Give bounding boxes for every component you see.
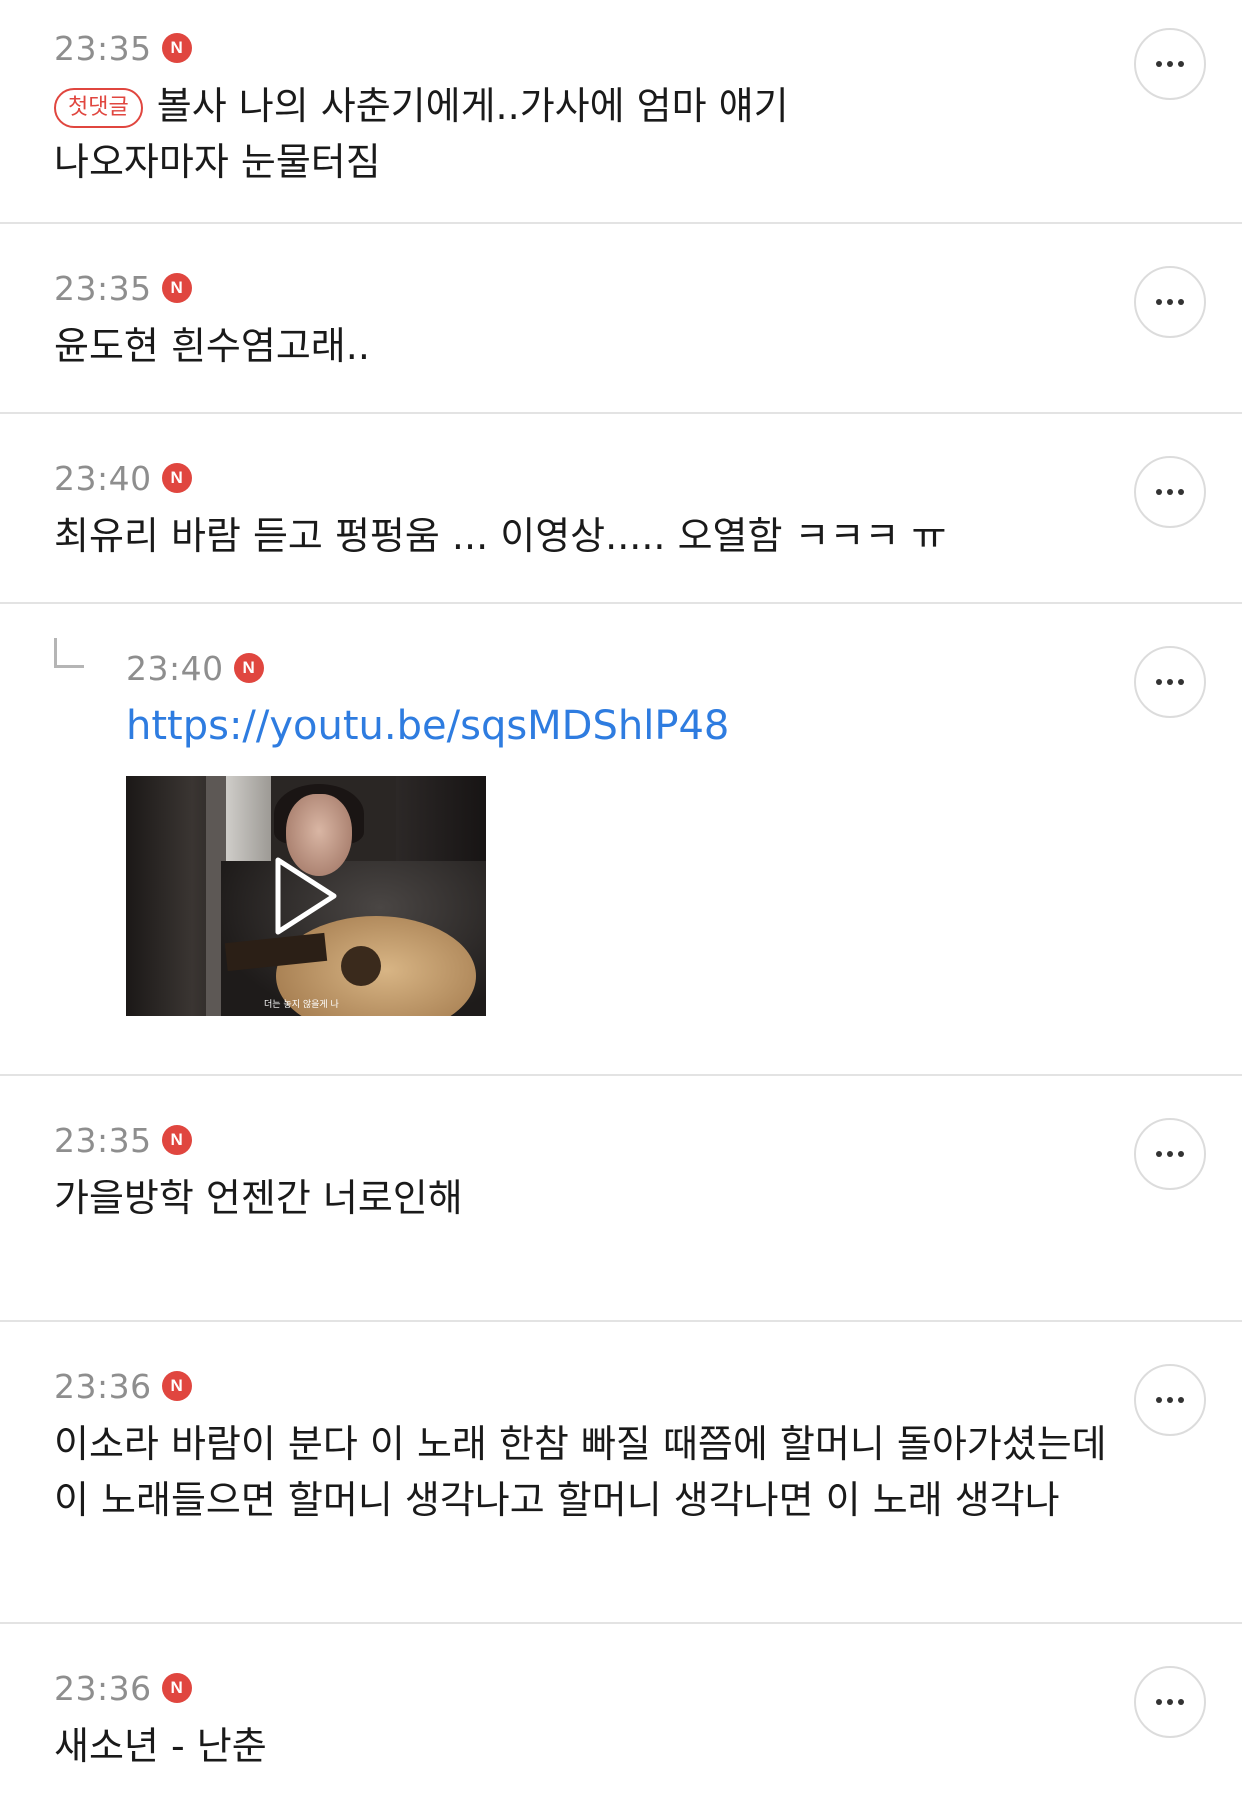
comment-text: 볼사 나의 사춘기에게..가사에 엄마 얘기 나오자마자 눈물터짐 [54,84,789,184]
video-thumbnail[interactable]: 더는 놓지 않을게 나 [126,776,486,1016]
comment-time: 23:35 [54,1120,152,1160]
more-options-button[interactable] [1134,646,1206,718]
comment-meta: 23:40 N [54,458,192,498]
more-dots-icon [1156,1151,1162,1157]
more-options-button[interactable] [1134,456,1206,528]
comment-meta: 23:35 N [54,28,192,68]
comment-meta: 23:35 N [54,268,192,308]
more-dots-icon [1156,489,1162,495]
comment-time: 23:40 [54,458,152,498]
new-badge: N [233,653,264,683]
more-options-button[interactable] [1134,266,1206,338]
comment-time: 23:35 [54,268,152,308]
comment-text: 최유리 바람 듣고 펑펑움 ... 이영상..... 오열함 ㅋㅋㅋ ㅠ [54,514,947,558]
more-dots-icon [1156,1699,1162,1705]
more-dots-icon [1178,679,1184,685]
more-dots-icon [1167,299,1173,305]
comment-item: 23:40 N 최유리 바람 듣고 펑펑움 ... 이영상..... 오열함 ㅋ… [0,414,1242,604]
comment-meta: 23:40 N [126,648,264,688]
new-badge: N [161,273,192,303]
comment-text: 새소년 - 난춘 [54,1724,267,1768]
more-dots-icon [1156,61,1162,67]
new-badge: N [161,33,192,63]
more-options-button[interactable] [1134,1118,1206,1190]
more-dots-icon [1178,489,1184,495]
comment-item: 23:36 N 이소라 바람이 분다 이 노래 한참 빠질 때쯤에 할머니 돌아… [0,1322,1242,1624]
new-badge: N [161,1125,192,1155]
reply-comment-item: 23:40 N https://youtu.be/sqsMDShlP48 더는 … [0,604,1242,1076]
more-dots-icon [1156,679,1162,685]
comment-text: 이소라 바람이 분다 이 노래 한참 빠질 때쯤에 할머니 돌아가셨는데 이 노… [54,1422,1107,1522]
reply-arrow-icon [54,638,84,668]
comment-time: 23:35 [54,28,152,68]
more-dots-icon [1156,299,1162,305]
new-badge: N [161,1371,192,1401]
more-dots-icon [1156,1397,1162,1403]
more-dots-icon [1167,1699,1173,1705]
comment-meta: 23:36 N [54,1668,192,1708]
comment-item: 23:35 N 윤도현 흰수염고래.. [0,224,1242,414]
more-dots-icon [1167,61,1173,67]
more-dots-icon [1167,1151,1173,1157]
more-dots-icon [1167,679,1173,685]
more-dots-icon [1178,1397,1184,1403]
more-dots-icon [1178,1699,1184,1705]
comment-time: 23:40 [126,648,224,688]
new-badge: N [161,1673,192,1703]
comment-text: 가을방학 언젠간 너로인해 [54,1176,463,1220]
more-options-button[interactable] [1134,28,1206,100]
comment-meta: 23:35 N [54,1120,192,1160]
comment-meta: 23:36 N [54,1366,192,1406]
youtube-link[interactable]: https://youtu.be/sqsMDShlP48 [126,698,729,754]
first-comment-badge: 첫댓글 [54,88,143,128]
comment-time: 23:36 [54,1668,152,1708]
new-badge: N [161,463,192,493]
comment-list: 23:35 N 첫댓글 볼사 나의 사춘기에게..가사에 엄마 얘기 나오자마자 … [0,0,1242,1804]
more-dots-icon [1178,299,1184,305]
more-dots-icon [1167,489,1173,495]
comment-item: 23:35 N 첫댓글 볼사 나의 사춘기에게..가사에 엄마 얘기 나오자마자 … [0,0,1242,224]
more-options-button[interactable] [1134,1666,1206,1738]
comment-item: 23:36 N 새소년 - 난춘 [0,1624,1242,1804]
more-options-button[interactable] [1134,1364,1206,1436]
comment-text-block: 첫댓글 볼사 나의 사춘기에게..가사에 엄마 얘기 나오자마자 눈물터짐 [54,78,834,190]
play-icon[interactable] [274,856,338,936]
more-dots-icon [1178,1151,1184,1157]
video-caption: 더는 놓지 않을게 나 [264,1000,339,1010]
comment-time: 23:36 [54,1366,152,1406]
comment-item: 23:35 N 가을방학 언젠간 너로인해 [0,1076,1242,1322]
more-dots-icon [1178,61,1184,67]
more-dots-icon [1167,1397,1173,1403]
comment-text: 윤도현 흰수염고래.. [54,324,370,368]
